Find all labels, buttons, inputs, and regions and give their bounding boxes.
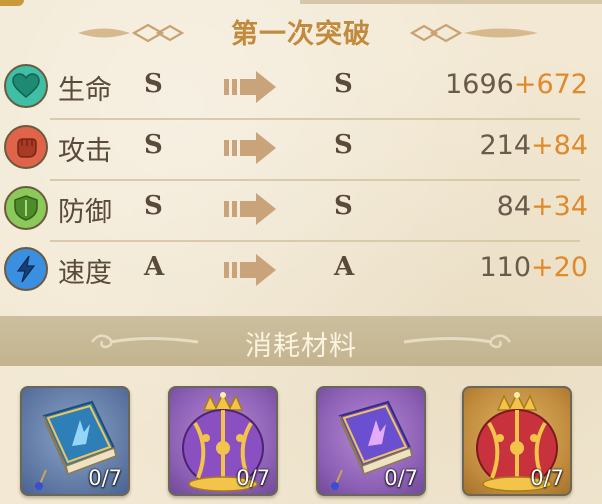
item-count: 0/7 xyxy=(236,466,270,490)
stat-value: 214+84 xyxy=(479,130,588,161)
stat-row-attack: 攻击 S S 214+84 xyxy=(0,121,602,181)
row-divider xyxy=(50,179,580,181)
bonus-value: +34 xyxy=(531,191,588,222)
base-value: 1696 xyxy=(445,69,514,100)
lightning-icon xyxy=(4,247,48,291)
base-value: 214 xyxy=(479,130,532,161)
arrow-right-icon xyxy=(224,71,276,103)
stat-row-hp: 生命 S S 1696+672 xyxy=(0,60,602,120)
grade-after: S xyxy=(334,191,353,221)
stat-value: 110+20 xyxy=(479,252,588,283)
grade-after: S xyxy=(334,69,353,99)
bonus-value: +672 xyxy=(513,69,588,100)
row-divider xyxy=(50,118,580,120)
item-count: 0/7 xyxy=(88,466,122,490)
grade-after: S xyxy=(334,130,353,160)
material-slot-red-crown[interactable]: 0/7 xyxy=(462,386,572,496)
item-count: 0/7 xyxy=(530,466,564,490)
right-flourish-icon xyxy=(410,23,538,43)
material-slot-purple-crown[interactable]: 0/7 xyxy=(168,386,278,496)
materials-header: 消耗材料 xyxy=(0,316,602,366)
arrow-right-icon xyxy=(224,254,276,286)
stat-label: 生命 xyxy=(58,75,112,106)
stat-row-speed: 速度 A A 110+20 xyxy=(0,243,602,303)
bonus-value: +84 xyxy=(531,130,588,161)
grade-before: S xyxy=(144,69,163,99)
base-value: 84 xyxy=(496,191,532,222)
grade-before: S xyxy=(144,130,163,160)
bonus-value: +20 xyxy=(531,252,588,283)
fist-icon xyxy=(4,125,48,169)
row-divider xyxy=(50,240,580,242)
item-count: 0/7 xyxy=(384,466,418,490)
grade-before: S xyxy=(144,191,163,221)
material-slot-purple-book[interactable]: 0/7 xyxy=(316,386,426,496)
stat-value: 1696+672 xyxy=(445,69,588,100)
base-value: 110 xyxy=(479,252,532,283)
right-scroll-ornament-icon xyxy=(403,334,512,349)
stat-label: 攻击 xyxy=(58,136,112,167)
material-slot-blue-book[interactable]: 0/7 xyxy=(20,386,130,496)
arrow-right-icon xyxy=(224,193,276,225)
arrow-right-icon xyxy=(224,132,276,164)
grade-before: A xyxy=(144,252,165,282)
shield-icon xyxy=(4,186,48,230)
stat-label: 速度 xyxy=(58,258,112,289)
stat-row-defense: 防御 S S 84+34 xyxy=(0,182,602,242)
stat-value: 84+34 xyxy=(497,191,588,222)
top-corner-ornament xyxy=(0,0,24,6)
grade-after: A xyxy=(334,252,355,282)
heart-icon xyxy=(4,64,48,108)
stat-label: 防御 xyxy=(58,197,112,228)
top-edge-strip xyxy=(300,0,602,4)
breakthrough-header: 第一次突破 xyxy=(0,10,602,50)
